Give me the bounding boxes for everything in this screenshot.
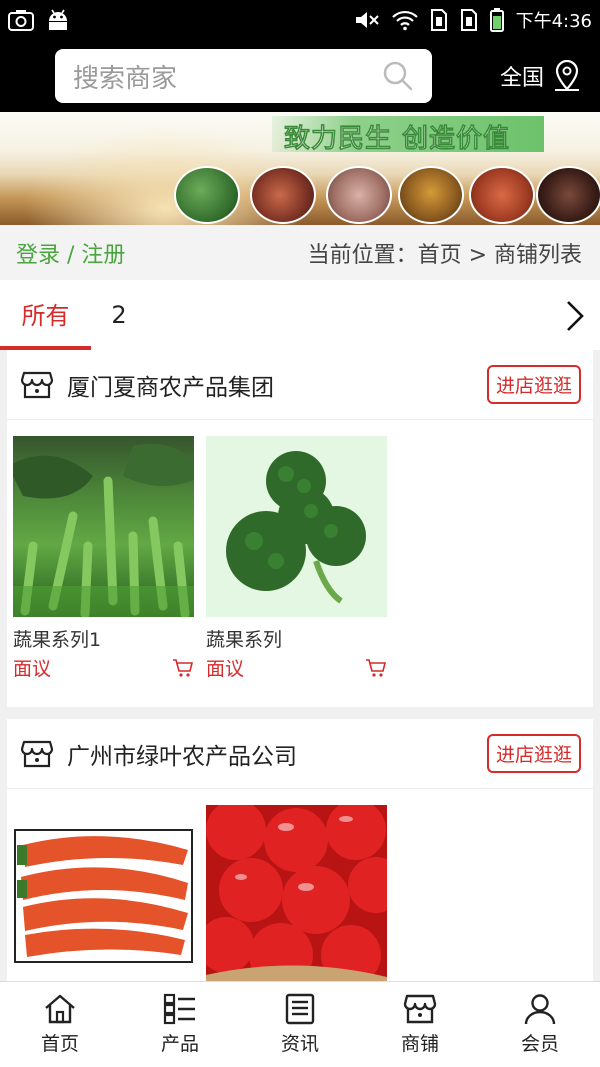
sim2-icon: [460, 9, 477, 31]
cart-icon[interactable]: [365, 658, 387, 678]
shop-card: 厦门夏商农产品集团 进店逛逛 蔬果系列1 面议 蔬果系列 面议: [7, 350, 593, 707]
store-icon: [403, 994, 437, 1024]
banner-canned-food-image: [398, 166, 464, 224]
product-image-greens: [13, 436, 194, 617]
nav-member-label: 会员: [520, 1033, 559, 1055]
banner-jerky-image: [469, 166, 535, 224]
region-label: 全国: [499, 66, 544, 91]
product-image-broccoli: [206, 436, 387, 617]
search-placeholder: 搜索商家: [73, 63, 178, 94]
shop-name: 广州市绿叶农产品公司: [67, 743, 297, 770]
nav-news-label: 资讯: [280, 1033, 319, 1055]
location-pin-icon: [555, 60, 579, 91]
visit-shop-button[interactable]: 进店逛逛: [486, 734, 581, 773]
nav-news[interactable]: 资讯: [240, 982, 360, 1067]
nav-home[interactable]: 首页: [0, 982, 120, 1067]
nav-member[interactable]: 会员: [480, 982, 600, 1067]
bottom-navigation: 首页 产品 资讯 商铺 会员: [0, 981, 600, 1067]
mute-icon: [355, 12, 379, 28]
product-name: 蔬果系列: [206, 629, 283, 651]
wifi-icon: [391, 10, 418, 31]
battery-icon: [489, 8, 504, 32]
nav-products[interactable]: 产品: [120, 982, 240, 1067]
clock: 下午4:36: [515, 11, 592, 32]
region-selector[interactable]: 全国: [500, 60, 582, 92]
product-image-tomatoes: [206, 805, 387, 986]
shop-list: 厦门夏商农产品集团 进店逛逛 蔬果系列1 面议 蔬果系列 面议 广州市绿叶农产品…: [0, 350, 600, 1067]
banner-meat-image: [326, 166, 392, 224]
status-bar: 下午4:36: [0, 0, 600, 40]
store-icon: [21, 740, 53, 767]
nav-products-label: 产品: [160, 1033, 199, 1055]
store-icon: [21, 371, 53, 398]
top-bar: 下午4:36 搜索商家 全国: [0, 0, 600, 112]
tab-all[interactable]: 所有: [0, 280, 91, 350]
list-icon: [163, 993, 195, 1025]
search-icon[interactable]: [382, 60, 414, 92]
banner-sauce-bottles-image: [536, 166, 600, 224]
product-card[interactable]: 蔬果系列1 面议: [13, 436, 194, 707]
search-input[interactable]: 搜索商家: [55, 49, 432, 103]
current-location: 当前位置：首页 > 商铺列表: [307, 242, 582, 268]
sim1-icon: [430, 9, 447, 31]
shop-name: 厦门夏商农产品集团: [67, 374, 274, 401]
visit-shop-button[interactable]: 进店逛逛: [486, 365, 581, 404]
banner-seafood-image: [250, 166, 316, 224]
promo-banner[interactable]: 致力民生 创造价值: [0, 112, 600, 225]
screenshot-icon: [8, 10, 34, 31]
category-tabs: 所有 2: [0, 280, 600, 350]
shop-header[interactable]: 广州市绿叶农产品公司 进店逛逛: [7, 719, 593, 789]
product-price: 面议: [13, 658, 52, 680]
news-icon: [285, 993, 315, 1025]
nav-home-label: 首页: [40, 1033, 79, 1055]
chevron-right-icon[interactable]: [560, 298, 588, 334]
product-price: 面议: [206, 658, 245, 680]
banner-vegetable-image: [174, 166, 240, 224]
nav-shops[interactable]: 商铺: [360, 982, 480, 1067]
product-card[interactable]: 蔬果系列 面议: [206, 436, 387, 707]
tab-2[interactable]: 2: [91, 280, 147, 350]
breadcrumb: 登录 / 注册 当前位置：首页 > 商铺列表: [0, 225, 600, 280]
product-row: 蔬果系列1 面议 蔬果系列 面议: [7, 420, 593, 707]
product-image-carrots: [13, 805, 194, 986]
user-icon: [524, 994, 556, 1025]
cart-icon[interactable]: [172, 658, 194, 678]
product-name: 蔬果系列1: [13, 629, 102, 651]
banner-slogan: 致力民生 创造价值: [284, 124, 511, 155]
shop-header[interactable]: 厦门夏商农产品集团 进店逛逛: [7, 350, 593, 420]
android-icon: [49, 9, 67, 30]
login-register-link[interactable]: 登录 / 注册: [16, 237, 125, 269]
header: 搜索商家 全国: [0, 40, 600, 112]
home-icon: [45, 994, 75, 1024]
nav-shops-label: 商铺: [400, 1033, 439, 1055]
